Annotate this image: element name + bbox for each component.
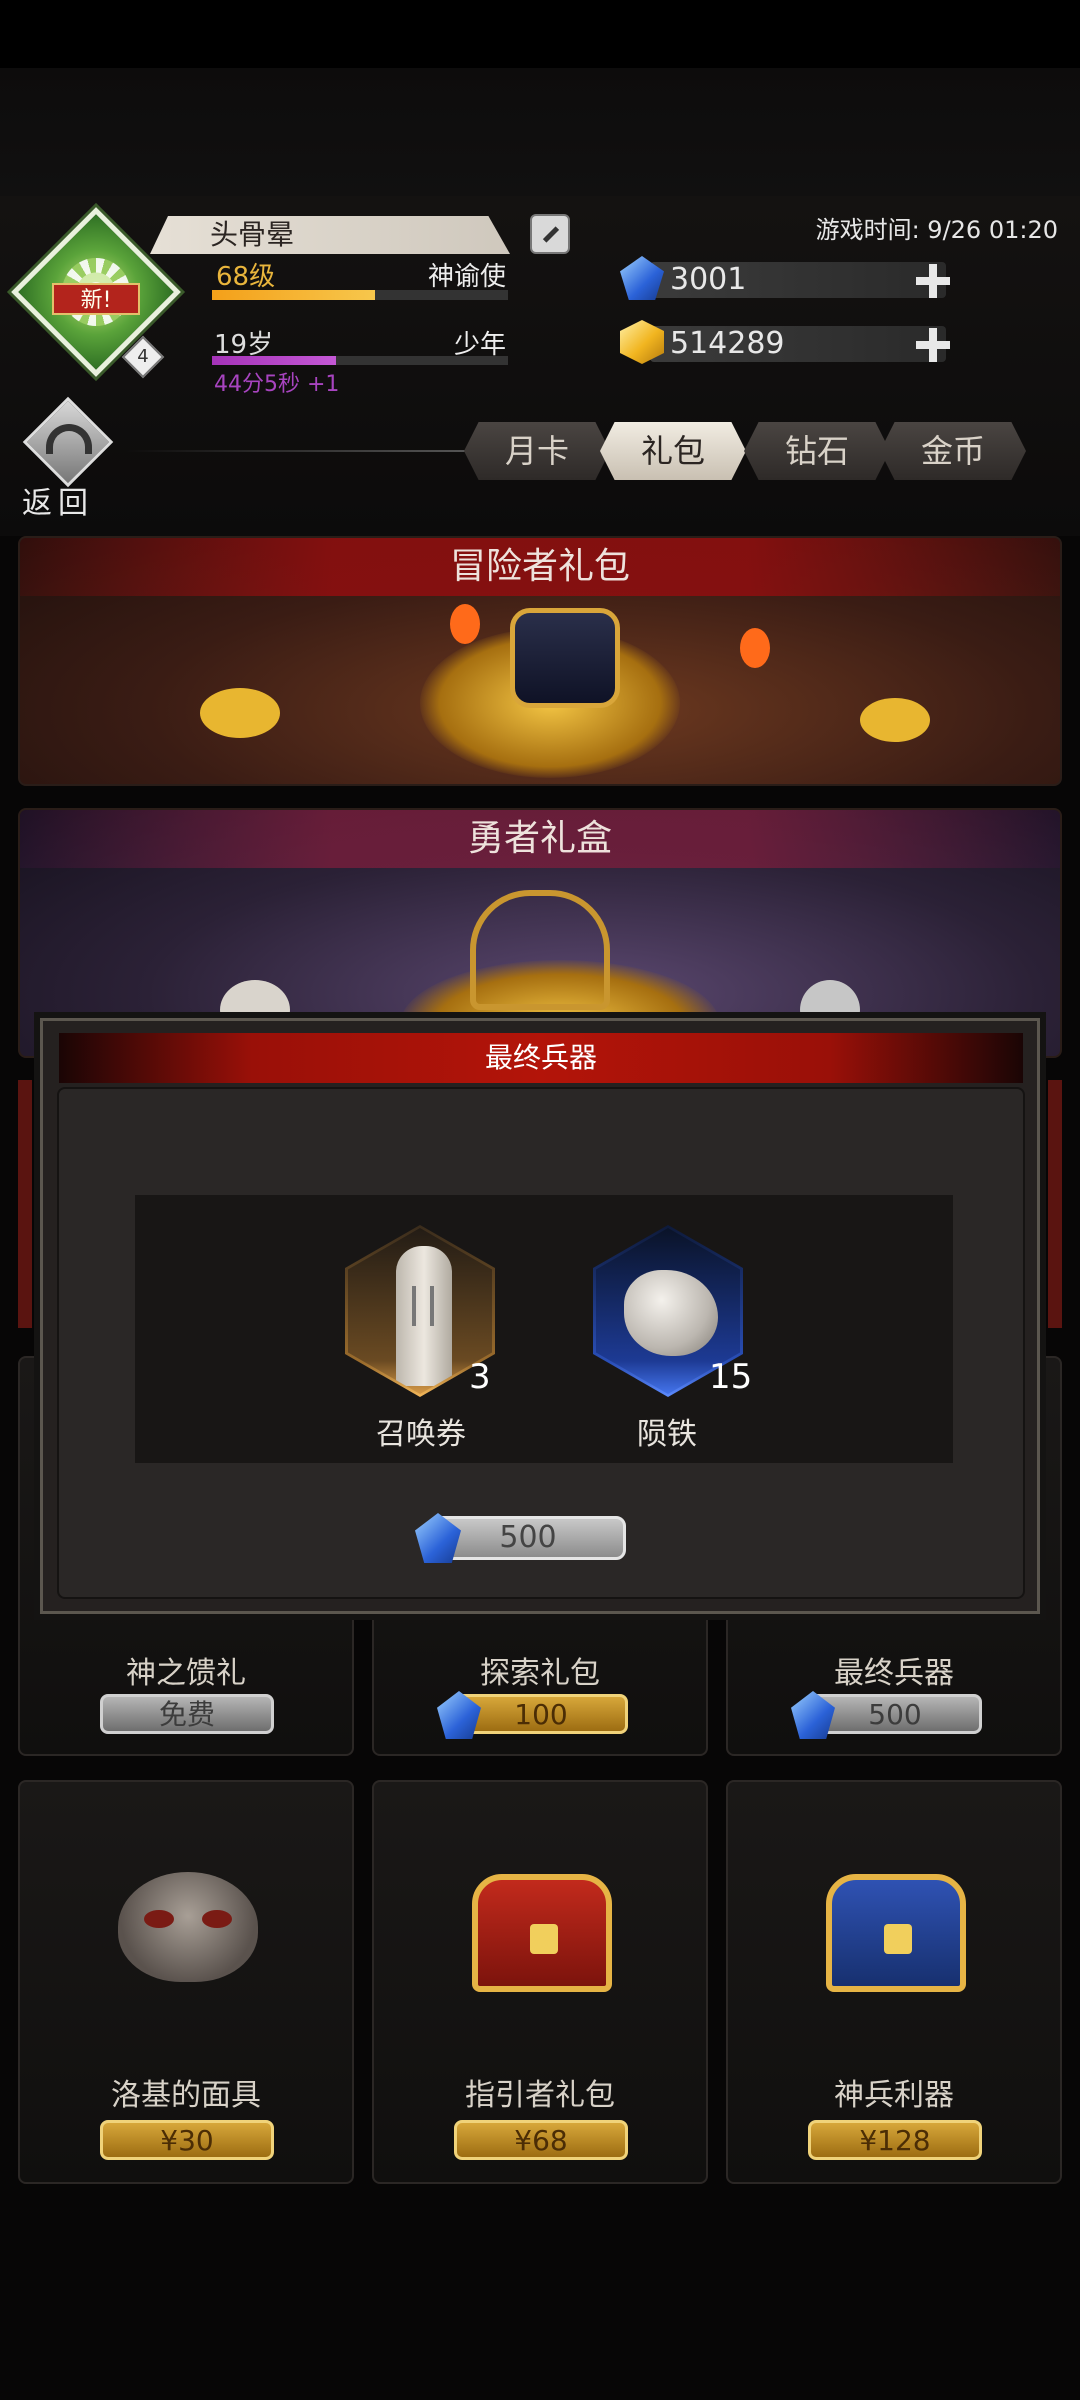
- avatar-level-value: 4: [137, 346, 149, 367]
- blue-chest-icon: [826, 1874, 966, 1992]
- back-label: 返回: [22, 486, 94, 521]
- adventurer-pack-banner[interactable]: 冒险者礼包: [18, 536, 1062, 786]
- banner-title: 冒险者礼包: [20, 538, 1060, 596]
- reward-panel: 3 召唤券 15 陨铁: [135, 1195, 953, 1463]
- modal-buy-button[interactable]: 500: [415, 1513, 626, 1563]
- buy-divine-weapon-button[interactable]: ¥128: [808, 2120, 982, 2160]
- gift-card-name: 指引者礼包: [465, 2078, 615, 2113]
- gift-card-name: 最终兵器: [834, 1656, 954, 1691]
- reward-qty: 15: [709, 1357, 753, 1397]
- price-label: 100: [514, 1698, 568, 1731]
- gift-card-name: 神兵利器: [834, 2078, 954, 2113]
- gem-icon: [200, 688, 280, 738]
- edit-name-icon[interactable]: [530, 214, 570, 254]
- gift-card-divine-weapon[interactable]: 神兵利器 ¥128: [726, 1780, 1062, 2184]
- gold-amount: 514289: [670, 326, 785, 361]
- meteorite-icon: [624, 1270, 718, 1356]
- reward-name: 召唤券: [376, 1417, 466, 1452]
- reward-name: 陨铁: [637, 1417, 697, 1452]
- red-chest-icon: [472, 1874, 612, 1992]
- hidden-card-edge: [1048, 1080, 1062, 1328]
- free-claim-button[interactable]: 免费: [100, 1694, 274, 1734]
- age-timer: 44分5秒 +1: [214, 372, 340, 397]
- buy-loki-mask-button[interactable]: ¥30: [100, 2120, 274, 2160]
- reward-qty: 3: [469, 1357, 491, 1397]
- modal-price: 500: [499, 1520, 557, 1555]
- level-progress-fill: [212, 290, 375, 300]
- status-bar: [0, 0, 1080, 68]
- back-button[interactable]: 返回: [14, 396, 122, 521]
- treasure-chest-icon: [510, 608, 620, 708]
- hidden-card-edge: [18, 1080, 32, 1328]
- buy-ultimate-weapon-button[interactable]: 500: [791, 1691, 982, 1739]
- game-time: 游戏时间: 9/26 01:20: [815, 216, 1058, 244]
- mask-icon: [118, 1872, 258, 1982]
- top-band: [0, 68, 1080, 196]
- name-banner: [150, 216, 510, 254]
- chest-lock-icon: [884, 1924, 912, 1954]
- gift-card-guide[interactable]: 指引者礼包 ¥68: [372, 1780, 708, 2184]
- gem-icon: [860, 698, 930, 742]
- golden-throne-icon: [470, 890, 610, 1010]
- add-gold-icon[interactable]: [916, 328, 950, 362]
- age-progress-bar: [212, 356, 508, 365]
- diamond-icon: [791, 1691, 835, 1739]
- tab-gift-packs[interactable]: 礼包: [600, 422, 746, 480]
- gift-card-name: 神之馈礼: [126, 1656, 246, 1691]
- diamond-counter: 3001: [620, 256, 950, 300]
- torch-flame-icon: [740, 628, 770, 668]
- tabs-divider: [126, 450, 466, 452]
- buy-guide-pack-button[interactable]: ¥68: [454, 2120, 628, 2160]
- player-level: 68级: [216, 262, 276, 292]
- banner-title: 勇者礼盒: [20, 810, 1060, 868]
- new-badge: 新!: [52, 283, 140, 315]
- level-progress-bar: [212, 290, 508, 300]
- tab-monthly-card[interactable]: 月卡: [464, 422, 610, 480]
- gift-card-loki-mask[interactable]: 洛基的面具 ¥30: [18, 1780, 354, 2184]
- price-label: 500: [868, 1698, 922, 1731]
- tab-diamonds[interactable]: 钻石: [744, 422, 890, 480]
- player-title: 神谕使: [427, 262, 506, 292]
- age-progress-fill: [212, 356, 337, 365]
- gift-card-name: 探索礼包: [480, 1656, 600, 1691]
- summon-ticket-icon: [396, 1246, 452, 1386]
- modal-title: 最终兵器: [59, 1033, 1023, 1083]
- gold-counter: 514289: [620, 320, 950, 364]
- add-diamond-icon[interactable]: [916, 264, 950, 298]
- diamond-icon: [437, 1691, 481, 1739]
- ticket-rune-icon: [412, 1286, 434, 1326]
- gift-card-name: 洛基的面具: [111, 2078, 261, 2113]
- tab-gold[interactable]: 金币: [880, 422, 1026, 480]
- diamond-amount: 3001: [670, 262, 747, 297]
- buy-explore-button[interactable]: 100: [437, 1691, 628, 1739]
- player-name: 头骨晕: [210, 218, 295, 251]
- torch-flame-icon: [450, 604, 480, 644]
- chest-lock-icon: [530, 1924, 558, 1954]
